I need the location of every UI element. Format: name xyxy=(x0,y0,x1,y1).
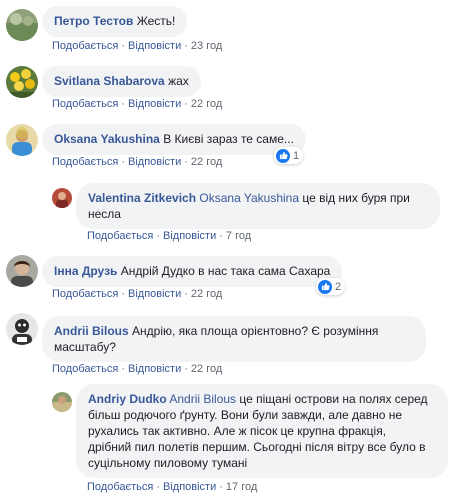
like-link[interactable]: Подобається xyxy=(87,481,153,493)
comment-author[interactable]: Oksana Yakushina xyxy=(54,132,160,146)
comment-actions: Подобається · Відповісти · 22 год xyxy=(52,98,222,110)
separator: · xyxy=(184,156,188,168)
reply-link[interactable]: Відповісти xyxy=(128,98,181,110)
avatar[interactable] xyxy=(6,66,38,98)
like-link[interactable]: Подобається xyxy=(52,288,118,300)
comment-text: рухались так активно. Але ж пісок це кру… xyxy=(88,424,387,438)
comment-line: Valentina Zitkevich Oksana Yakushina це … xyxy=(88,190,428,206)
comment-text: дрібний пил полетів першим. Сьогодні піс… xyxy=(88,440,426,454)
comment-author[interactable]: Andrii Bilous xyxy=(54,324,129,338)
comment-bubble: Valentina Zitkevich Oksana Yakushina це … xyxy=(76,183,440,229)
comment-author[interactable]: Петро Тестов xyxy=(54,14,133,28)
avatar[interactable] xyxy=(6,124,38,156)
comment-bubble: Петро Тестов Жесть! xyxy=(42,6,188,37)
timestamp[interactable]: 22 год xyxy=(191,98,222,110)
separator: · xyxy=(121,40,125,52)
avatar[interactable] xyxy=(6,9,38,41)
reply-link[interactable]: Відповісти xyxy=(128,288,181,300)
reaction-count[interactable]: 1 xyxy=(274,147,304,164)
comment-text: суцільному пиловому тумані xyxy=(88,456,248,470)
separator: · xyxy=(184,40,188,52)
thumbs-up-icon xyxy=(318,279,332,294)
mention-link[interactable]: Andrii Bilous xyxy=(169,392,236,406)
timestamp[interactable]: 22 год xyxy=(191,156,222,168)
reaction-number: 1 xyxy=(293,149,300,162)
reaction-count[interactable]: 2 xyxy=(316,278,346,295)
avatar[interactable] xyxy=(6,255,38,287)
comment-bubble: Svitlana Shabarova жах xyxy=(42,66,201,97)
comment-text: це від них буря при xyxy=(302,191,410,205)
comment-actions: Подобається · Відповісти · 22 год xyxy=(52,288,222,300)
separator: · xyxy=(219,230,223,242)
separator: · xyxy=(184,363,188,375)
separator: · xyxy=(184,288,188,300)
comment-text: це піщані острови на полях серед xyxy=(239,392,428,406)
comment-text: масштабу? xyxy=(54,340,116,354)
like-link[interactable]: Подобається xyxy=(52,363,118,375)
like-link[interactable]: Подобається xyxy=(52,40,118,52)
comment-text: жах xyxy=(168,74,189,88)
separator: · xyxy=(156,481,160,493)
comment-text: несла xyxy=(88,207,121,221)
reply-link[interactable]: Відповісти xyxy=(128,156,181,168)
comment-text: В Києві зараз те саме... xyxy=(163,132,294,146)
reply-link[interactable]: Відповісти xyxy=(128,40,181,52)
comment-author[interactable]: Valentina Zitkevich xyxy=(88,191,196,205)
comment-text: більш родючого ґрунту. Вони були завжди,… xyxy=(88,408,403,422)
mention-link[interactable]: Oksana Yakushina xyxy=(199,191,299,205)
avatar[interactable] xyxy=(6,313,38,345)
comment-actions: Подобається · Відповісти · 22 год xyxy=(52,156,222,168)
comment-author[interactable]: Інна Друзь xyxy=(54,264,117,278)
like-link[interactable]: Подобається xyxy=(52,98,118,110)
timestamp[interactable]: 7 год xyxy=(226,230,251,242)
comment-author[interactable]: Andriy Dudko xyxy=(88,392,167,406)
comment-bubble: Інна Друзь Андрій Дудко в нас така сама … xyxy=(42,256,343,287)
comment-author[interactable]: Svitlana Shabarova xyxy=(54,74,165,88)
separator: · xyxy=(121,98,125,110)
comment-bubble: Andriy Dudko Andrii Bilous це піщані ост… xyxy=(76,384,448,478)
comment-line: Andrii Bilous Андрію, яка площа орієнтов… xyxy=(54,323,414,339)
reply-link[interactable]: Відповісти xyxy=(128,363,181,375)
like-link[interactable]: Подобається xyxy=(52,156,118,168)
comment-text: Жесть! xyxy=(136,14,176,28)
comment-actions: Подобається · Відповісти · 22 год xyxy=(52,363,222,375)
reply-link[interactable]: Відповісти xyxy=(163,481,216,493)
avatar[interactable] xyxy=(52,188,72,208)
separator: · xyxy=(219,481,223,493)
timestamp[interactable]: 22 год xyxy=(191,363,222,375)
separator: · xyxy=(184,98,188,110)
comment-actions: Подобається · Відповісти · 23 год xyxy=(52,40,222,52)
reaction-number: 2 xyxy=(335,280,342,293)
comment-text: Андрій Дудко в нас така сама Сахара xyxy=(120,264,331,278)
separator: · xyxy=(156,230,160,242)
comment-actions: Подобається · Відповісти · 17 год xyxy=(87,481,257,493)
comment-text: Андрію, яка площа орієнтовно? Є розумінн… xyxy=(132,324,379,338)
comment-line: Andriy Dudko Andrii Bilous це піщані ост… xyxy=(88,391,436,407)
comment-bubble: Andrii Bilous Андрію, яка площа орієнтов… xyxy=(42,316,426,362)
reply-link[interactable]: Відповісти xyxy=(163,230,216,242)
separator: · xyxy=(121,288,125,300)
timestamp[interactable]: 17 год xyxy=(226,481,257,493)
separator: · xyxy=(121,363,125,375)
timestamp[interactable]: 22 год xyxy=(191,288,222,300)
thumbs-up-icon xyxy=(276,148,290,163)
comment-bubble: Oksana Yakushina В Києві зараз те саме..… xyxy=(42,124,306,155)
like-link[interactable]: Подобається xyxy=(87,230,153,242)
timestamp[interactable]: 23 год xyxy=(191,40,222,52)
avatar[interactable] xyxy=(52,392,72,412)
comment-actions: Подобається · Відповісти · 7 год xyxy=(87,230,251,242)
separator: · xyxy=(121,156,125,168)
